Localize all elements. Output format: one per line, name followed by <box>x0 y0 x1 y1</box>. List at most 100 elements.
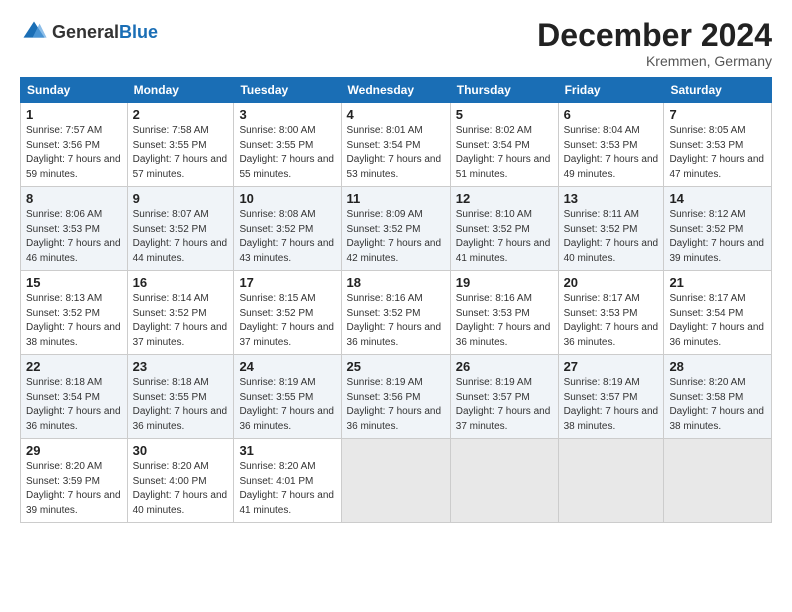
calendar-table: Sunday Monday Tuesday Wednesday Thursday… <box>20 77 772 523</box>
day-number: 2 <box>133 107 229 122</box>
calendar-cell: 6 Sunrise: 8:04 AMSunset: 3:53 PMDayligh… <box>558 103 664 187</box>
day-number: 8 <box>26 191 122 206</box>
day-number: 23 <box>133 359 229 374</box>
logo-blue: Blue <box>119 22 158 42</box>
calendar-cell: 12 Sunrise: 8:10 AMSunset: 3:52 PMDaylig… <box>450 187 558 271</box>
day-info: Sunrise: 8:15 AMSunset: 3:52 PMDaylight:… <box>239 293 334 348</box>
day-info: Sunrise: 8:20 AMSunset: 3:58 PMDaylight:… <box>669 377 764 432</box>
header-tuesday: Tuesday <box>234 78 341 103</box>
day-number: 17 <box>239 275 335 290</box>
day-number: 26 <box>456 359 553 374</box>
day-info: Sunrise: 8:19 AMSunset: 3:55 PMDaylight:… <box>239 377 334 432</box>
day-number: 22 <box>26 359 122 374</box>
header: GeneralBlue December 2024 Kremmen, Germa… <box>20 18 772 69</box>
day-info: Sunrise: 8:04 AMSunset: 3:53 PMDaylight:… <box>564 125 659 180</box>
day-info: Sunrise: 8:09 AMSunset: 3:52 PMDaylight:… <box>347 209 442 264</box>
calendar-week-row-3: 15 Sunrise: 8:13 AMSunset: 3:52 PMDaylig… <box>21 271 772 355</box>
day-number: 29 <box>26 443 122 458</box>
day-number: 25 <box>347 359 445 374</box>
day-number: 3 <box>239 107 335 122</box>
calendar-cell: 27 Sunrise: 8:19 AMSunset: 3:57 PMDaylig… <box>558 355 664 439</box>
day-number: 9 <box>133 191 229 206</box>
calendar-cell: 10 Sunrise: 8:08 AMSunset: 3:52 PMDaylig… <box>234 187 341 271</box>
logo-icon <box>20 18 48 46</box>
day-number: 19 <box>456 275 553 290</box>
day-info: Sunrise: 8:18 AMSunset: 3:55 PMDaylight:… <box>133 377 228 432</box>
day-number: 18 <box>347 275 445 290</box>
day-info: Sunrise: 8:20 AMSunset: 4:00 PMDaylight:… <box>133 461 228 516</box>
day-info: Sunrise: 8:17 AMSunset: 3:53 PMDaylight:… <box>564 293 659 348</box>
day-info: Sunrise: 8:00 AMSunset: 3:55 PMDaylight:… <box>239 125 334 180</box>
calendar-cell: 18 Sunrise: 8:16 AMSunset: 3:52 PMDaylig… <box>341 271 450 355</box>
day-number: 4 <box>347 107 445 122</box>
calendar-cell: 31 Sunrise: 8:20 AMSunset: 4:01 PMDaylig… <box>234 439 341 523</box>
day-number: 11 <box>347 191 445 206</box>
day-info: Sunrise: 8:11 AMSunset: 3:52 PMDaylight:… <box>564 209 659 264</box>
day-info: Sunrise: 8:10 AMSunset: 3:52 PMDaylight:… <box>456 209 551 264</box>
header-friday: Friday <box>558 78 664 103</box>
page: GeneralBlue December 2024 Kremmen, Germa… <box>0 0 792 533</box>
header-thursday: Thursday <box>450 78 558 103</box>
logo-text: GeneralBlue <box>52 23 158 42</box>
day-number: 12 <box>456 191 553 206</box>
day-info: Sunrise: 8:19 AMSunset: 3:57 PMDaylight:… <box>456 377 551 432</box>
title-block: December 2024 Kremmen, Germany <box>537 18 772 69</box>
calendar-cell <box>341 439 450 523</box>
calendar-cell <box>558 439 664 523</box>
day-number: 10 <box>239 191 335 206</box>
day-number: 20 <box>564 275 659 290</box>
day-number: 30 <box>133 443 229 458</box>
day-number: 15 <box>26 275 122 290</box>
calendar-cell: 4 Sunrise: 8:01 AMSunset: 3:54 PMDayligh… <box>341 103 450 187</box>
calendar-cell <box>664 439 772 523</box>
header-wednesday: Wednesday <box>341 78 450 103</box>
day-number: 28 <box>669 359 766 374</box>
day-number: 5 <box>456 107 553 122</box>
calendar-week-row-5: 29 Sunrise: 8:20 AMSunset: 3:59 PMDaylig… <box>21 439 772 523</box>
day-info: Sunrise: 8:18 AMSunset: 3:54 PMDaylight:… <box>26 377 121 432</box>
day-info: Sunrise: 7:58 AMSunset: 3:55 PMDaylight:… <box>133 125 228 180</box>
calendar-cell: 14 Sunrise: 8:12 AMSunset: 3:52 PMDaylig… <box>664 187 772 271</box>
calendar-cell: 21 Sunrise: 8:17 AMSunset: 3:54 PMDaylig… <box>664 271 772 355</box>
calendar-cell: 28 Sunrise: 8:20 AMSunset: 3:58 PMDaylig… <box>664 355 772 439</box>
day-info: Sunrise: 8:13 AMSunset: 3:52 PMDaylight:… <box>26 293 121 348</box>
day-info: Sunrise: 8:14 AMSunset: 3:52 PMDaylight:… <box>133 293 228 348</box>
day-info: Sunrise: 8:05 AMSunset: 3:53 PMDaylight:… <box>669 125 764 180</box>
day-info: Sunrise: 8:02 AMSunset: 3:54 PMDaylight:… <box>456 125 551 180</box>
day-info: Sunrise: 8:08 AMSunset: 3:52 PMDaylight:… <box>239 209 334 264</box>
calendar-cell: 24 Sunrise: 8:19 AMSunset: 3:55 PMDaylig… <box>234 355 341 439</box>
calendar-week-row-4: 22 Sunrise: 8:18 AMSunset: 3:54 PMDaylig… <box>21 355 772 439</box>
calendar-cell: 3 Sunrise: 8:00 AMSunset: 3:55 PMDayligh… <box>234 103 341 187</box>
day-info: Sunrise: 8:07 AMSunset: 3:52 PMDaylight:… <box>133 209 228 264</box>
calendar-cell: 30 Sunrise: 8:20 AMSunset: 4:00 PMDaylig… <box>127 439 234 523</box>
day-number: 16 <box>133 275 229 290</box>
calendar-week-row-1: 1 Sunrise: 7:57 AMSunset: 3:56 PMDayligh… <box>21 103 772 187</box>
calendar-cell: 1 Sunrise: 7:57 AMSunset: 3:56 PMDayligh… <box>21 103 128 187</box>
day-info: Sunrise: 7:57 AMSunset: 3:56 PMDaylight:… <box>26 125 121 180</box>
calendar-cell: 20 Sunrise: 8:17 AMSunset: 3:53 PMDaylig… <box>558 271 664 355</box>
calendar-week-row-2: 8 Sunrise: 8:06 AMSunset: 3:53 PMDayligh… <box>21 187 772 271</box>
day-info: Sunrise: 8:12 AMSunset: 3:52 PMDaylight:… <box>669 209 764 264</box>
header-saturday: Saturday <box>664 78 772 103</box>
day-info: Sunrise: 8:06 AMSunset: 3:53 PMDaylight:… <box>26 209 121 264</box>
calendar-cell: 8 Sunrise: 8:06 AMSunset: 3:53 PMDayligh… <box>21 187 128 271</box>
header-sunday: Sunday <box>21 78 128 103</box>
day-info: Sunrise: 8:01 AMSunset: 3:54 PMDaylight:… <box>347 125 442 180</box>
day-number: 7 <box>669 107 766 122</box>
day-info: Sunrise: 8:17 AMSunset: 3:54 PMDaylight:… <box>669 293 764 348</box>
month-title: December 2024 <box>537 18 772 53</box>
calendar-cell: 19 Sunrise: 8:16 AMSunset: 3:53 PMDaylig… <box>450 271 558 355</box>
calendar-cell: 23 Sunrise: 8:18 AMSunset: 3:55 PMDaylig… <box>127 355 234 439</box>
calendar-cell: 29 Sunrise: 8:20 AMSunset: 3:59 PMDaylig… <box>21 439 128 523</box>
calendar-cell: 26 Sunrise: 8:19 AMSunset: 3:57 PMDaylig… <box>450 355 558 439</box>
calendar-cell: 13 Sunrise: 8:11 AMSunset: 3:52 PMDaylig… <box>558 187 664 271</box>
calendar-cell: 11 Sunrise: 8:09 AMSunset: 3:52 PMDaylig… <box>341 187 450 271</box>
calendar-cell: 2 Sunrise: 7:58 AMSunset: 3:55 PMDayligh… <box>127 103 234 187</box>
calendar-cell: 7 Sunrise: 8:05 AMSunset: 3:53 PMDayligh… <box>664 103 772 187</box>
day-number: 6 <box>564 107 659 122</box>
day-info: Sunrise: 8:16 AMSunset: 3:52 PMDaylight:… <box>347 293 442 348</box>
day-number: 21 <box>669 275 766 290</box>
header-monday: Monday <box>127 78 234 103</box>
day-info: Sunrise: 8:20 AMSunset: 4:01 PMDaylight:… <box>239 461 334 516</box>
day-info: Sunrise: 8:16 AMSunset: 3:53 PMDaylight:… <box>456 293 551 348</box>
